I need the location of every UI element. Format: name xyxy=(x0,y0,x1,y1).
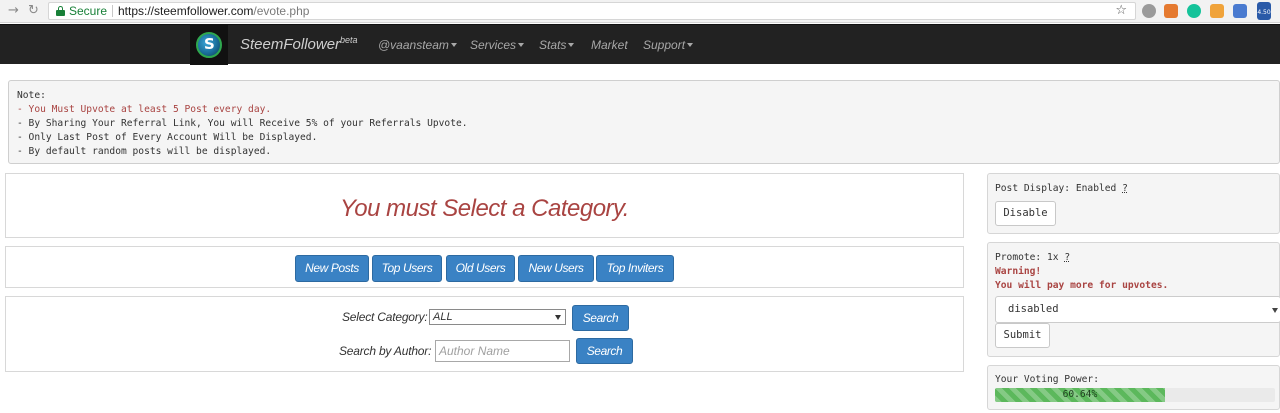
nav-services[interactable]: Services xyxy=(470,38,525,52)
voting-power-panel: Your Voting Power: 60.64% xyxy=(987,365,1280,410)
note-line: - You Must Upvote at least 5 Post every … xyxy=(17,104,272,115)
promote-value: disabled xyxy=(1008,303,1059,315)
post-display-label: Post Display: Enabled xyxy=(995,183,1117,194)
url-host: https://steemfollower.com xyxy=(118,4,254,18)
search-author-label: Search by Author: xyxy=(339,344,432,358)
promote-select[interactable]: disabled xyxy=(995,296,1280,323)
category-value: ALL xyxy=(433,311,453,323)
note-line: - Only Last Post of Every Account Will b… xyxy=(17,132,318,143)
voting-power-value: 60.64% xyxy=(1062,389,1098,400)
top-users-button[interactable]: Top Users xyxy=(372,255,442,282)
steem-logo-icon: S xyxy=(196,32,222,58)
lock-icon xyxy=(56,6,65,16)
nav-label: Services xyxy=(470,38,517,52)
bookmark-star-icon[interactable]: ☆ xyxy=(1115,3,1127,18)
browser-toolbar: → ↻ Secure https://steemfollower.com/evo… xyxy=(0,0,1280,23)
dropdown-arrow-icon xyxy=(555,315,561,320)
extension-icon[interactable] xyxy=(1210,4,1224,18)
nav-label: Market xyxy=(591,38,628,52)
nav-label: Stats xyxy=(539,38,567,52)
warning-text: You will pay more for upvotes. xyxy=(995,280,1169,291)
grammarly-icon[interactable] xyxy=(1187,4,1201,18)
note-heading: Note: xyxy=(17,90,46,101)
search-category-button[interactable]: Search xyxy=(572,305,629,331)
caret-down-icon xyxy=(518,43,525,47)
nav-label: Support xyxy=(643,38,686,52)
top-inviters-button[interactable]: Top Inviters xyxy=(596,255,674,282)
help-icon[interactable]: ? xyxy=(1122,183,1128,194)
site-navbar: S SteemFollowerbeta @vaansteam Services … xyxy=(0,24,1280,65)
dropdown-arrow-icon xyxy=(1272,308,1278,313)
select-category-label: Select Category: xyxy=(342,310,428,324)
author-name-input[interactable]: Author Name xyxy=(435,340,570,362)
brand-name[interactable]: SteemFollowerbeta xyxy=(240,35,358,53)
old-users-button[interactable]: Old Users xyxy=(446,255,515,282)
submit-button[interactable]: Submit xyxy=(995,323,1050,348)
new-posts-button[interactable]: New Posts xyxy=(295,255,369,282)
category-message: You must Select a Category. xyxy=(340,195,629,222)
message-panel: You must Select a Category. xyxy=(5,173,964,238)
nav-user-menu[interactable]: @vaansteam xyxy=(378,38,457,52)
steem-icon[interactable] xyxy=(1233,4,1247,18)
nav-support[interactable]: Support xyxy=(643,38,694,52)
caret-down-icon xyxy=(687,43,694,47)
note-line: - By Sharing Your Referral Link, You wil… xyxy=(17,118,468,129)
promote-status: Promote: 1x ? xyxy=(995,252,1070,263)
caret-down-icon xyxy=(450,43,457,47)
post-display-panel: Post Display: Enabled ? Disable xyxy=(987,173,1280,234)
url-text[interactable]: https://steemfollower.com/evote.php xyxy=(118,4,309,18)
voting-power-bar: 60.64% xyxy=(995,388,1275,402)
brand-beta: beta xyxy=(340,35,358,45)
steem-extension-badge[interactable]: 4.50 xyxy=(1257,2,1271,20)
warning-title: Warning! xyxy=(995,266,1042,277)
filter-panel: New Posts Top Users Old Users New Users … xyxy=(5,246,964,288)
logo[interactable]: S xyxy=(190,25,228,65)
search-panel: Select Category: ALL Search Search by Au… xyxy=(5,296,964,372)
url-separator xyxy=(112,5,113,17)
caret-down-icon xyxy=(568,43,575,47)
secure-label: Secure xyxy=(69,4,108,18)
promote-label: Promote: 1x xyxy=(995,252,1059,263)
url-path: /evote.php xyxy=(253,4,310,18)
address-bar[interactable]: Secure https://steemfollower.com/evote.p… xyxy=(48,2,1136,20)
help-icon[interactable]: ? xyxy=(1064,252,1070,263)
category-select[interactable]: ALL xyxy=(429,309,566,325)
promote-panel: Promote: 1x ? Warning! You will pay more… xyxy=(987,242,1280,357)
nav-stats[interactable]: Stats xyxy=(539,38,575,52)
nav-label: @vaansteam xyxy=(378,38,449,52)
extension-icon[interactable] xyxy=(1142,4,1156,18)
note-box: Note: - You Must Upvote at least 5 Post … xyxy=(8,80,1280,164)
nav-market[interactable]: Market xyxy=(591,38,628,52)
back-icon[interactable]: → xyxy=(8,3,19,18)
new-users-button[interactable]: New Users xyxy=(518,255,594,282)
note-line: - By default random posts will be displa… xyxy=(17,146,272,157)
voting-power-label: Your Voting Power: xyxy=(995,374,1099,385)
metamask-icon[interactable] xyxy=(1164,4,1178,18)
search-author-button[interactable]: Search xyxy=(576,338,633,364)
post-display-status: Post Display: Enabled ? xyxy=(995,183,1128,194)
brand-text: SteemFollower xyxy=(240,36,341,53)
reload-icon[interactable]: ↻ xyxy=(28,3,39,18)
disable-button[interactable]: Disable xyxy=(995,201,1056,226)
